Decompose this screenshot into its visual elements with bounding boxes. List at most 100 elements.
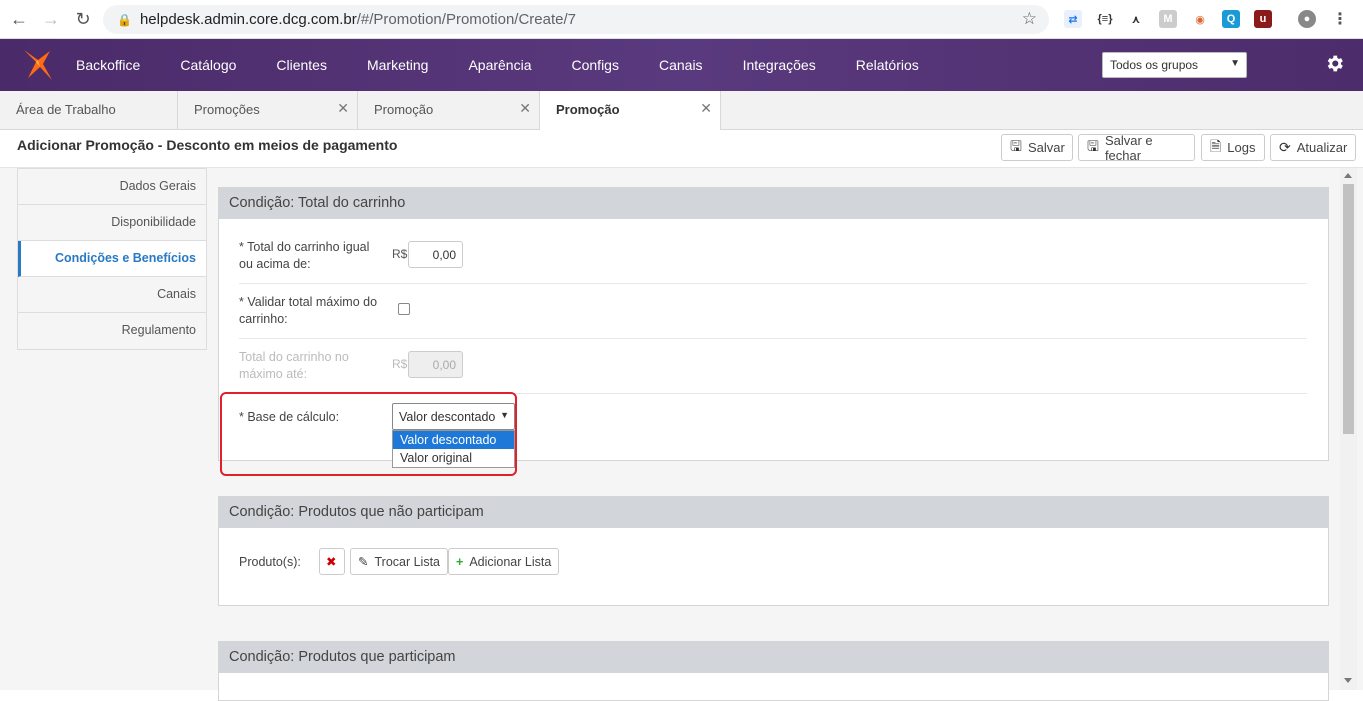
plus-icon: + [456,554,464,569]
label-line: ou acima de: [239,257,311,271]
max-total-label: Total do carrinho no máximo até: [239,349,349,383]
panel-included-products: Condição: Produtos que participam [218,641,1329,701]
close-icon: ✖ [326,555,337,569]
label-line: * Total do carrinho igual [239,240,370,254]
currency-label: R$ [392,247,408,261]
extension-eye-icon[interactable]: ◉ [1191,10,1209,28]
label-line: carrinho: [239,312,288,326]
section-nav-canais[interactable]: Canais [18,277,206,313]
close-icon[interactable]: ✕ [519,100,531,117]
menu-integracoes[interactable]: Integrações [723,39,836,91]
max-total-input: 0,00 [408,351,463,378]
profile-avatar-icon[interactable]: ● [1298,10,1316,28]
workspace-tabs: Área de Trabalho Promoções ✕ Promoção ✕ … [0,91,1363,131]
page-title: Adicionar Promoção - Desconto em meios d… [17,137,398,153]
address-bar[interactable]: 🔒 helpdesk.admin.core.dcg.com.br/#/Promo… [103,5,1049,34]
back-icon[interactable]: ← [8,8,30,30]
tab-promocao-active[interactable]: Promoção ✕ [540,91,721,131]
panel-header: Condição: Produtos que não participam [219,497,1328,528]
remove-list-button[interactable]: ✖ [319,548,345,575]
extension-m-icon[interactable]: M [1159,10,1177,28]
cart-total-label: * Total do carrinho igual ou acima de: [239,239,369,273]
tab-label: Promoção [556,102,620,117]
section-nav-regulamento[interactable]: Regulamento [18,313,206,349]
menu-clientes[interactable]: Clientes [256,39,347,91]
tab-promocao[interactable]: Promoção ✕ [358,91,540,130]
floppy-disk-icon: 🖫 [1010,137,1022,154]
validate-max-checkbox[interactable] [398,303,410,315]
divider [239,338,1307,339]
refresh-button[interactable]: ⟳ Atualizar [1270,134,1356,161]
swap-list-button[interactable]: ✎ Trocar Lista [350,548,449,575]
menu-configs[interactable]: Configs [552,39,639,91]
section-nav-condicoes-beneficios[interactable]: Condições e Benefícios [18,241,206,277]
scroll-thumb[interactable] [1343,184,1354,434]
close-icon[interactable]: ✕ [700,100,712,117]
gear-icon[interactable] [1324,53,1345,74]
save-close-label: Salvar e fechar [1104,132,1153,163]
tab-label: Promoções [194,102,260,117]
main-menu: Backoffice Catálogo Clientes Marketing A… [56,39,939,91]
products-label: Produto(s): [239,555,301,569]
refresh-label: Atualizar [1296,140,1348,155]
panel-header: Condição: Total do carrinho [219,188,1328,219]
group-select[interactable]: Todos os grupos ▼ [1102,52,1247,78]
label-line: Total do carrinho no [239,350,349,364]
add-list-button[interactable]: + Adicionar Lista [448,548,560,575]
panel-header: Condição: Produtos que participam [219,642,1328,673]
close-icon[interactable]: ✕ [337,100,349,117]
page-header: Adicionar Promoção - Desconto em meios d… [0,130,1363,168]
label-line: * Validar total máximo do [239,295,378,309]
floppy-disk-icon: 🖫 [1087,137,1099,154]
browser-toolbar: ← → ↻ 🔒 helpdesk.admin.core.dcg.com.br/#… [0,0,1363,39]
extension-tool-icon[interactable]: ⋏ [1127,10,1145,28]
section-nav-dados-gerais[interactable]: Dados Gerais [18,169,206,205]
highlight-annotation [220,392,517,476]
logs-button[interactable]: 🗎 Logs [1201,134,1265,161]
validate-max-label: * Validar total máximo do carrinho: [239,294,377,328]
divider [239,283,1307,284]
group-select-value: Todos os grupos [1110,58,1199,72]
save-label: Salvar [1027,140,1065,155]
scroll-up-icon[interactable] [1344,173,1352,178]
pencil-icon: ✎ [358,555,369,569]
reload-icon[interactable]: ↻ [72,8,94,30]
add-list-label: Adicionar Lista [469,554,552,569]
save-button[interactable]: 🖫 Salvar [1001,134,1073,161]
logs-label: Logs [1227,140,1256,155]
menu-backoffice[interactable]: Backoffice [56,39,160,91]
brand-logo-icon [24,50,52,80]
forward-icon[interactable]: → [40,8,62,30]
extension-ublock-icon[interactable]: u [1254,10,1272,28]
scroll-down-icon[interactable] [1344,678,1352,683]
extension-json-icon[interactable]: {≡} [1096,10,1114,28]
browser-menu-icon[interactable]: ⋮ [1331,10,1349,28]
extension-chat-icon[interactable]: Q [1222,10,1240,28]
currency-label: R$ [392,357,408,371]
panel-excluded-products: Condição: Produtos que não participam Pr… [218,496,1329,606]
url-host: helpdesk.admin.core.dcg.com.br [139,11,357,28]
tab-area-de-trabalho[interactable]: Área de Trabalho [0,91,178,130]
lock-icon: 🔒 [117,12,132,27]
url-path: /#/Promotion/Promotion/Create/7 [356,11,577,28]
swap-list-label: Trocar Lista [374,554,441,569]
save-close-button[interactable]: 🖫 Salvar e fechar [1078,132,1195,163]
menu-canais[interactable]: Canais [639,39,723,91]
label-line: máximo até: [239,367,308,381]
menu-marketing[interactable]: Marketing [347,39,448,91]
tab-promocoes[interactable]: Promoções ✕ [178,91,358,130]
refresh-icon: ⟳ [1279,139,1291,155]
tab-label: Área de Trabalho [16,102,116,117]
document-icon: 🗎 [1210,137,1222,154]
cart-total-input[interactable]: 0,00 [408,241,463,268]
tab-label: Promoção [374,102,434,117]
section-nav: Dados Gerais Disponibilidade Condições e… [17,168,207,350]
section-nav-disponibilidade[interactable]: Disponibilidade [18,205,206,241]
menu-relatorios[interactable]: Relatórios [836,39,939,91]
menu-catalogo[interactable]: Catálogo [160,39,256,91]
main-navbar: Backoffice Catálogo Clientes Marketing A… [0,39,1363,114]
menu-aparencia[interactable]: Aparência [448,39,551,91]
extension-translate-icon[interactable]: ⇄ [1064,10,1082,28]
bookmark-star-icon[interactable]: ☆ [1022,9,1037,29]
content-scrollbar[interactable] [1340,168,1357,690]
